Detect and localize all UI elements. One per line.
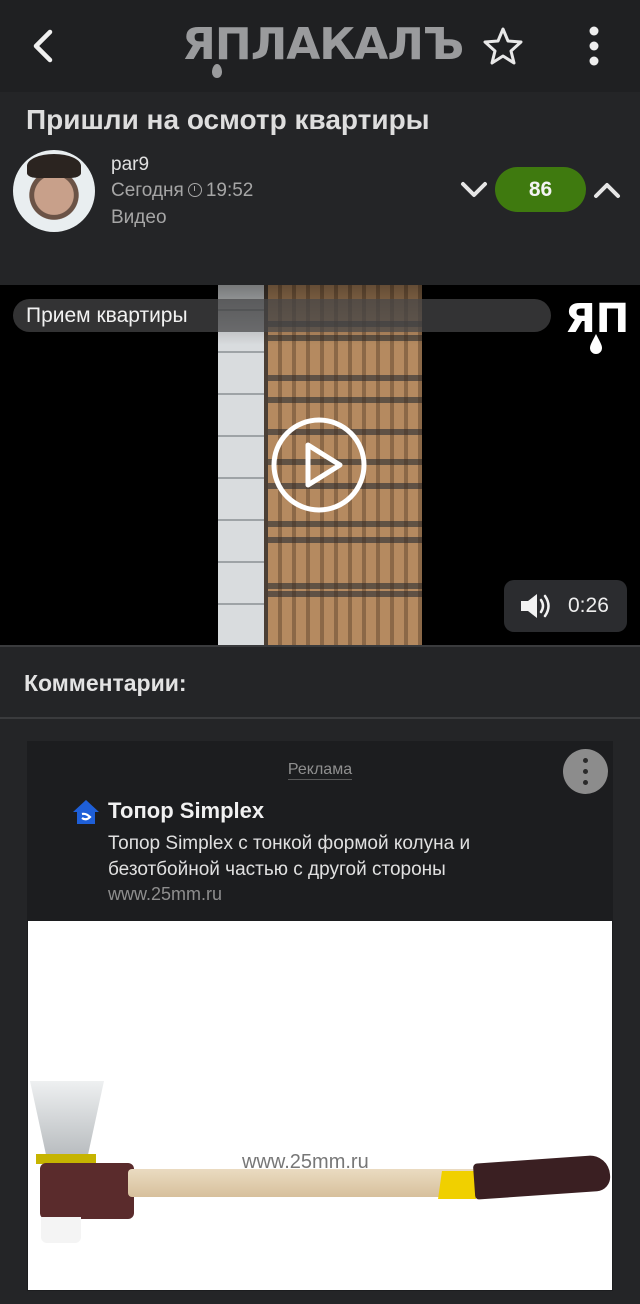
post-datetime: Сегодня 19:52 xyxy=(111,180,253,202)
site-logo-text: ЯПЛАКАЛЪ xyxy=(182,19,464,70)
ad-brand-icon xyxy=(71,797,101,827)
play-icon xyxy=(271,417,367,513)
play-button[interactable] xyxy=(270,416,368,514)
volume-button[interactable] xyxy=(519,592,553,620)
chevron-down-icon xyxy=(461,182,487,197)
vote-up-button[interactable] xyxy=(591,176,623,204)
back-button[interactable] xyxy=(26,24,66,68)
ad-url[interactable]: www.25mm.ru xyxy=(108,884,222,905)
ad-label: Реклама xyxy=(287,761,353,780)
video-logo-text: ЯП xyxy=(565,296,629,342)
video-player[interactable]: Прием квартиры ЯП 0:26 xyxy=(0,285,640,645)
volume-icon xyxy=(521,594,550,618)
site-logo[interactable]: ЯПЛАКАЛЪ xyxy=(182,19,464,80)
vote-down-button[interactable] xyxy=(458,176,490,204)
top-app-bar: ЯПЛАКАЛЪ xyxy=(0,0,640,92)
post-time: 19:52 xyxy=(205,180,254,201)
rating-badge: 86 xyxy=(495,167,586,212)
axe-blade-image xyxy=(30,1081,104,1156)
back-arrow-icon xyxy=(33,29,53,63)
favorite-button[interactable] xyxy=(483,26,523,66)
ad-card[interactable]: Реклама Топор Simplex Топор Simplex с то… xyxy=(27,741,613,1291)
more-menu-button[interactable] xyxy=(584,26,604,66)
author-name[interactable]: par9 xyxy=(111,154,149,176)
ad-image-watermark: www.25mm.ru xyxy=(242,1151,369,1173)
ad-title[interactable]: Топор Simplex xyxy=(108,798,264,824)
divider xyxy=(0,717,640,719)
comments-header: Комментарии: xyxy=(24,670,187,696)
avatar[interactable] xyxy=(13,150,95,232)
video-watermark-logo: ЯП xyxy=(563,294,629,356)
logo-drop-icon xyxy=(212,64,222,78)
more-vertical-icon xyxy=(589,26,599,66)
video-controls: 0:26 xyxy=(504,580,627,632)
ad-description: Топор Simplex с тонкой формой колуна и б… xyxy=(108,833,471,880)
ad-options-button[interactable] xyxy=(563,749,608,794)
ad-image[interactable]: www.25mm.ru xyxy=(28,921,612,1290)
star-icon xyxy=(483,27,523,65)
video-duration: 0:26 xyxy=(568,594,609,617)
chevron-up-icon xyxy=(594,183,620,198)
post-title: Пришли на осмотр квартиры xyxy=(26,104,430,135)
post-type: Видео xyxy=(111,207,167,228)
post-date: Сегодня xyxy=(111,180,184,201)
video-title-bar: Прием квартиры xyxy=(13,299,551,332)
clock-icon xyxy=(187,183,202,197)
video-title: Прием квартиры xyxy=(26,304,188,327)
divider xyxy=(0,645,640,647)
